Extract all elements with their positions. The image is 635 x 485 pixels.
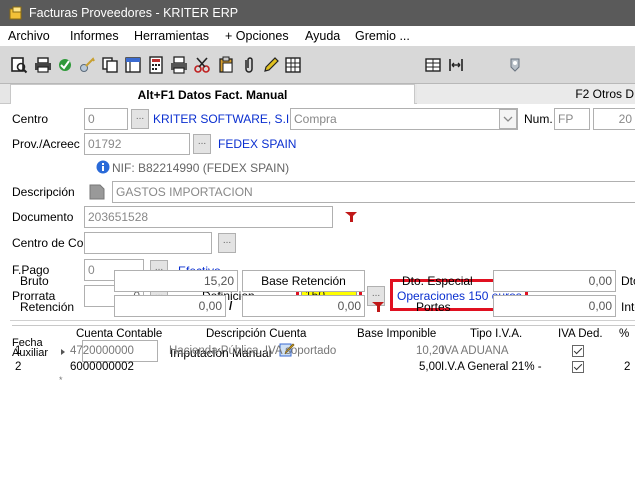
retencion-label: Retención [20,300,75,314]
printer-icon[interactable] [170,56,188,74]
dto-especial-value: 0,00 [493,270,616,292]
documento-input[interactable]: 203651528 [84,206,333,228]
totals-panel: Bruto 15,20 Base Retención Dto. Especial… [10,263,635,318]
app-icon [9,6,22,20]
menu-opciones[interactable]: + Opciones [225,29,289,43]
row-pointer-icon [61,349,65,355]
portes-label: Portes [416,300,451,314]
tab-strip: Alt+F1 Datos Fact. Manual F2 Otros D [0,84,635,104]
col-header-iva-ded[interactable]: IVA Ded. [558,328,603,340]
cuenta-cell[interactable]: 4720000000 [70,345,134,357]
retencion-value-2: 0,00 [242,295,365,317]
menu-ayuda[interactable]: Ayuda [305,29,340,43]
num-serie-input[interactable]: FP [554,108,590,130]
pct-cell[interactable]: 2 [624,361,630,373]
retencion-slash: / [229,299,233,313]
menu-herramientas[interactable]: Herramientas [134,29,209,43]
portes-value: 0,00 [493,295,616,317]
centro-lookup-button[interactable]: ... [131,109,149,129]
toolbar [0,46,635,84]
check-icon[interactable] [57,56,75,74]
key-icon[interactable] [78,56,96,74]
tipo-dropdown-button[interactable] [499,109,517,129]
col-header-descripcion[interactable]: Descripción Cuenta [206,328,306,340]
descripcion-label: Descripción [12,185,75,199]
centro-coste-input[interactable] [84,232,212,254]
dto-label: Dto. [621,274,635,288]
dto-especial-label: Dto. Especial [402,274,473,288]
menu-gremio[interactable]: Gremio ... [355,29,410,43]
tipo-iva-cell[interactable]: I.V.A General 21% - [441,361,542,373]
iva-ded-checkbox[interactable] [572,361,584,373]
documento-action-icon[interactable] [344,209,358,223]
retencion-value: 0,00 [114,295,226,317]
print-icon[interactable] [34,56,52,74]
row-number: 2 [15,361,22,373]
col-header-base[interactable]: Base Imponible [357,328,436,340]
col-header-cuenta[interactable]: Cuenta Contable [76,328,162,340]
pencil-icon[interactable] [262,56,280,74]
nif-text: NIF: B82214990 (FEDEX SPAIN) [112,161,290,175]
preview-icon[interactable] [10,56,28,74]
proveedor-name: FEDEX SPAIN [218,137,297,151]
retencion-action-icon[interactable] [371,299,385,313]
title-bar: Facturas Proveedores - KRITER ERP [0,0,635,26]
proveedor-lookup-button[interactable]: ... [193,134,211,154]
descripcion-cell[interactable]: Hacienda Pública, IVA soportado [169,345,336,357]
menu-bar: Archivo Informes Herramientas + Opciones… [0,26,635,46]
tab-otros-datos[interactable]: F2 Otros D [417,84,635,104]
menu-informes[interactable]: Informes [70,29,119,43]
info-icon[interactable] [96,160,110,174]
centro-name: KRITER SOFTWARE, S.I [153,112,290,126]
tab-datos-fact-manual[interactable]: Alt+F1 Datos Fact. Manual [10,84,415,104]
num-input[interactable]: 20 [593,108,635,130]
document-icon[interactable] [86,181,108,203]
scissors-icon[interactable] [193,56,211,74]
centro-coste-label: Centro de Co [12,236,84,250]
base-retencion-label: Base Retención [242,270,365,292]
iva-ded-checkbox[interactable] [572,345,584,357]
bruto-label: Bruto [20,274,49,288]
col-header-pct[interactable]: % [619,328,629,340]
copy-icon[interactable] [101,56,119,74]
menu-archivo[interactable]: Archivo [8,29,50,43]
centro-label: Centro [12,112,49,126]
window-title: Facturas Proveedores - KRITER ERP [29,6,239,20]
documento-label: Documento [12,210,74,224]
proveedor-label: Prov./Acreec [12,137,80,151]
bruto-value: 15,20 [114,270,238,292]
tipo-iva-cell[interactable]: IVA ADUANA [441,345,509,357]
num-label: Num. [524,112,553,126]
row-number: 1 [15,345,22,357]
calc-icon[interactable] [147,56,165,74]
proveedor-input[interactable]: 01792 [84,133,190,155]
centro-input[interactable]: 0 [84,108,128,130]
grid-icon[interactable] [284,56,302,74]
table-icon[interactable] [424,56,442,74]
new-row-marker: * [59,375,63,385]
cuenta-cell[interactable]: 6000000002 [70,361,134,373]
descripcion-input[interactable]: GASTOS IMPORTACION [112,181,635,203]
help-icon[interactable] [507,56,525,74]
col-header-tipo-iva[interactable]: Tipo I.V.A. [470,328,522,340]
fit-icon[interactable] [447,56,465,74]
paste-icon[interactable] [217,56,235,74]
inter-label: Inter [621,300,635,314]
tipo-select[interactable]: Compra [290,108,518,130]
chevron-down-icon [503,116,513,122]
base-cell[interactable]: 5,00 [419,361,441,373]
lines-grid: Cuenta Contable Descripción Cuenta Base … [12,325,635,385]
attach-icon[interactable] [240,56,258,74]
centro-coste-lookup-button[interactable]: ... [218,233,236,253]
section-divider [10,320,635,321]
layout-icon[interactable] [124,56,142,74]
